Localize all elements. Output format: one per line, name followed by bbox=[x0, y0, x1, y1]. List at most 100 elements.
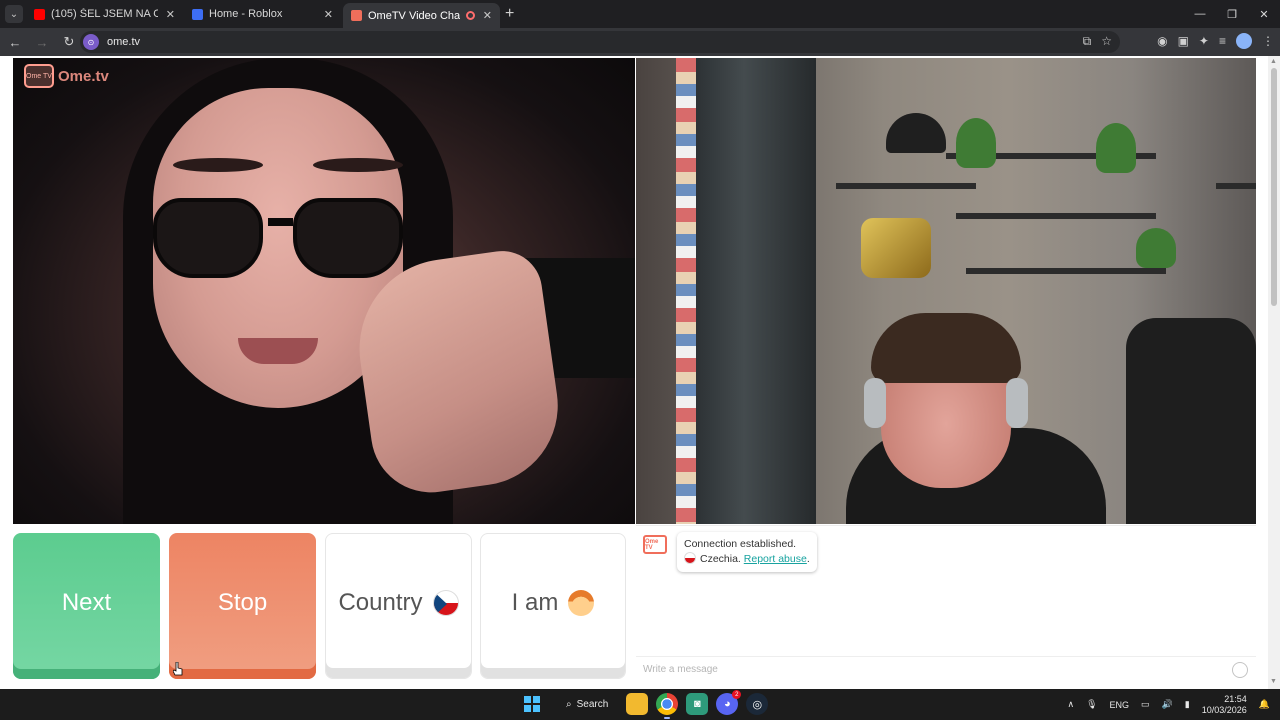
taskbar-search[interactable]: ⌕ Search bbox=[551, 692, 618, 716]
browser-toolbar: ← → ↻ ⊙ ome.tv ⧉ ☆ ◉ ▣ ✦ ≡ ⋮ bbox=[0, 28, 1280, 56]
stranger-brow-right bbox=[313, 158, 403, 172]
hand-cursor-icon bbox=[173, 662, 183, 676]
url-text: ome.tv bbox=[107, 36, 141, 48]
chat-panel: Ome TV Connection established. Czechia. … bbox=[636, 525, 1256, 687]
network-icon[interactable]: ▭ bbox=[1141, 699, 1150, 710]
ometv-favicon-icon bbox=[351, 10, 362, 21]
report-suffix: . bbox=[806, 553, 810, 565]
recording-indicator-icon bbox=[465, 11, 475, 20]
boy-avatar-icon bbox=[568, 590, 595, 616]
install-app-icon[interactable]: ⧉ bbox=[1083, 34, 1092, 49]
search-icon: ⌕ bbox=[566, 698, 572, 710]
gender-button[interactable]: I am bbox=[480, 533, 626, 679]
tab-search-list-icon[interactable]: ≡ bbox=[1219, 34, 1226, 48]
user-hair bbox=[871, 313, 1021, 383]
youtube-favicon-icon bbox=[34, 8, 45, 20]
ometv-tv-logo-icon: Ome TV bbox=[24, 64, 54, 88]
page-scrollbar[interactable]: ▲ ▼ bbox=[1268, 56, 1280, 689]
czech-flag-icon bbox=[684, 552, 696, 564]
close-tab-icon[interactable]: ✕ bbox=[483, 9, 492, 22]
tab-title: Home - Roblox bbox=[209, 8, 283, 20]
stop-button[interactable]: Stop bbox=[169, 533, 316, 679]
notifications-icon[interactable]: 🔔 bbox=[1259, 699, 1270, 710]
menu-kebab-icon[interactable]: ⋮ bbox=[1262, 34, 1274, 48]
tab-roblox[interactable]: Home - Roblox ✕ bbox=[184, 3, 341, 25]
site-info-icon[interactable]: ⊙ bbox=[83, 34, 99, 50]
scroll-down-icon[interactable]: ▼ bbox=[1270, 678, 1277, 685]
emoji-picker-icon[interactable] bbox=[1232, 662, 1248, 678]
forward-icon[interactable]: → bbox=[30, 30, 54, 54]
file-explorer-icon[interactable] bbox=[626, 693, 649, 715]
shelf bbox=[1216, 183, 1256, 189]
next-label: Next bbox=[61, 589, 112, 616]
volume-icon[interactable]: 🔊 bbox=[1162, 699, 1173, 710]
restore-icon[interactable]: ❐ bbox=[1216, 0, 1248, 28]
tab-title: (105) ŠEL JSEM NA OMEGLE S N bbox=[51, 8, 158, 20]
close-tab-icon[interactable]: ✕ bbox=[166, 8, 175, 21]
window-controls: — ❐ ✕ bbox=[1184, 0, 1280, 28]
clock-time: 21:54 bbox=[1224, 693, 1247, 704]
battery-icon[interactable]: ▮ bbox=[1185, 699, 1190, 710]
gaming-chair bbox=[1126, 318, 1256, 524]
ometv-logo: Ome TV Ome.tv bbox=[24, 64, 109, 88]
iam-label: I am bbox=[511, 589, 559, 616]
next-button[interactable]: Next bbox=[13, 533, 160, 679]
ometv-logo-text: Ome.tv bbox=[58, 67, 109, 85]
reload-icon[interactable]: ↻ bbox=[57, 30, 81, 54]
stranger-brow-left bbox=[173, 158, 263, 172]
profile-avatar[interactable] bbox=[1236, 33, 1252, 49]
browser-tab-strip: ⌄ (105) ŠEL JSEM NA OMEGLE S N ✕ Home - … bbox=[0, 0, 1280, 28]
sunglasses-left-lens bbox=[153, 198, 263, 278]
extension-2-icon[interactable]: ▣ bbox=[1178, 34, 1189, 48]
minimize-icon[interactable]: — bbox=[1184, 0, 1216, 28]
close-tab-icon[interactable]: ✕ bbox=[324, 8, 333, 21]
tab-ometv[interactable]: OmeTV Video Chat — Ome ✕ bbox=[343, 3, 500, 28]
shelf bbox=[836, 183, 976, 189]
close-window-icon[interactable]: ✕ bbox=[1248, 0, 1280, 28]
ometv-page: Ome TV Ome.tv Next Stop Country I am Ome… bbox=[0, 56, 1280, 689]
country-button[interactable]: Country bbox=[325, 533, 472, 679]
language-indicator[interactable]: ENG bbox=[1110, 700, 1130, 710]
new-tab-button[interactable]: + bbox=[505, 5, 514, 23]
sunglasses-bridge bbox=[268, 218, 293, 226]
tab-youtube[interactable]: (105) ŠEL JSEM NA OMEGLE S N ✕ bbox=[26, 3, 183, 25]
plant bbox=[1096, 123, 1136, 173]
shelf bbox=[956, 213, 1156, 219]
address-bar[interactable]: ⊙ ome.tv ⧉ ☆ bbox=[80, 31, 1120, 53]
active-indicator bbox=[664, 717, 671, 719]
scroll-up-icon[interactable]: ▲ bbox=[1270, 58, 1277, 65]
message-input[interactable] bbox=[643, 664, 1203, 675]
tray-overflow-icon[interactable]: ∧ bbox=[1068, 699, 1075, 710]
back-icon[interactable]: ← bbox=[3, 30, 27, 54]
discord-icon[interactable]: ◕ 2 bbox=[716, 690, 742, 715]
scroll-thumb[interactable] bbox=[1271, 68, 1277, 306]
headphone-right bbox=[1006, 378, 1028, 428]
roblox-favicon-icon bbox=[192, 8, 203, 20]
sunglasses-right-lens bbox=[293, 198, 403, 278]
github-desktop-icon[interactable]: ◙ bbox=[686, 693, 709, 715]
windows-start-icon[interactable] bbox=[521, 693, 543, 715]
connection-status-text: Connection established. bbox=[684, 538, 797, 550]
self-video bbox=[636, 58, 1256, 524]
system-message: Connection established. Czechia. Report … bbox=[677, 532, 817, 572]
extension-icon[interactable]: ◉ bbox=[1157, 34, 1167, 48]
bookmark-star-icon[interactable]: ☆ bbox=[1101, 34, 1112, 49]
message-input-bar bbox=[636, 656, 1256, 682]
cap bbox=[886, 113, 946, 153]
tab-search-icon[interactable]: ⌄ bbox=[5, 5, 23, 23]
stranger-video: Ome TV Ome.tv bbox=[13, 58, 635, 524]
search-label: Search bbox=[576, 698, 609, 710]
chrome-icon[interactable] bbox=[656, 693, 679, 719]
ometv-chat-logo-icon: Ome TV bbox=[643, 535, 667, 554]
steam-icon[interactable]: ◎ bbox=[746, 693, 769, 715]
partner-country: Czechia. bbox=[700, 553, 741, 565]
headphone-left bbox=[864, 378, 886, 428]
report-abuse-link[interactable]: Report abuse bbox=[744, 553, 807, 565]
country-label: Country bbox=[338, 589, 423, 616]
extensions-puzzle-icon[interactable]: ✦ bbox=[1199, 34, 1209, 48]
system-clock[interactable]: 21:54 10/03/2026 bbox=[1202, 694, 1247, 716]
microphone-icon[interactable]: 🎙 bbox=[1086, 699, 1097, 710]
championship-belt bbox=[861, 218, 931, 278]
windows-taskbar: ⌕ Search ◙ ◕ 2 ◎ ∧ 🎙 ENG ▭ 🔊 ▮ 21:54 10/0… bbox=[0, 689, 1280, 720]
curtain bbox=[696, 58, 816, 524]
